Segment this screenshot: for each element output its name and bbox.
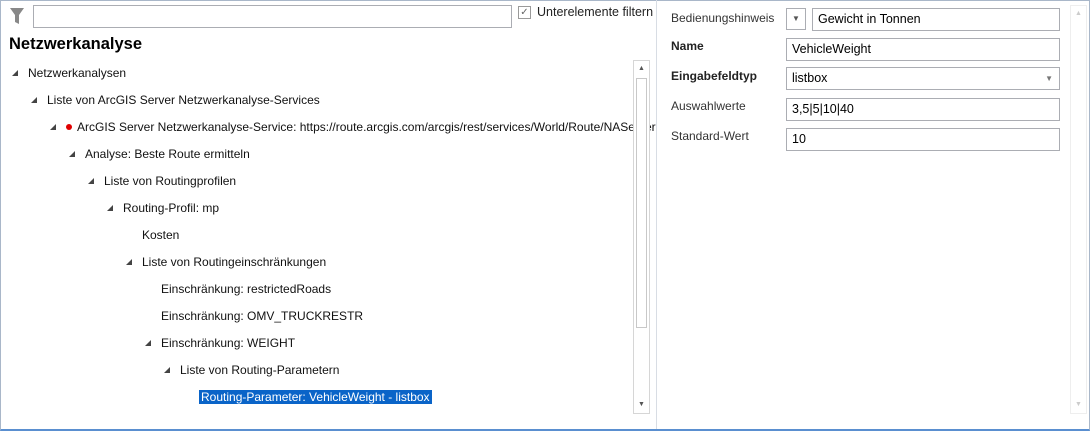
values-field[interactable]: 3,5|5|10|40: [786, 98, 1060, 121]
panel-title: Netzwerkanalyse: [9, 35, 142, 53]
scroll-down-button[interactable]: ▼: [1071, 397, 1086, 413]
tree-item[interactable]: Liste von ArcGIS Server Netzwerkanalyse-…: [31, 91, 320, 109]
tree-item-label: Einschränkung: WEIGHT: [161, 336, 296, 350]
name-label: Name: [671, 39, 704, 53]
filter-subelements-label: Unterelemente filtern: [537, 5, 654, 19]
tree-item[interactable]: Liste von Routingprofilen: [88, 172, 236, 190]
filter-input[interactable]: [33, 5, 512, 28]
tree-item-label: Liste von Routingprofilen: [104, 174, 237, 188]
tree-item-label: ArcGIS Server Netzwerkanalyse-Service: h…: [77, 120, 656, 134]
default-label: Standard-Wert: [671, 129, 749, 143]
default-field[interactable]: 10: [786, 128, 1060, 151]
tree-item-label: Routing-Parameter: VehicleWeight - listb…: [199, 390, 432, 404]
expand-toggle-icon[interactable]: [50, 123, 56, 130]
filter-icon[interactable]: [9, 7, 25, 25]
expand-toggle-icon[interactable]: [12, 69, 18, 76]
scroll-up-button[interactable]: ▲: [634, 61, 649, 77]
values-label: Auswahlwerte: [671, 99, 746, 113]
tree-item[interactable]: Routing-Profil: mp: [107, 199, 219, 217]
tree-item-label: Routing-Profil: mp: [123, 201, 220, 215]
expand-toggle-icon[interactable]: [88, 177, 94, 184]
expand-toggle-icon[interactable]: [164, 366, 170, 373]
tree-item-label: Netzwerkanalysen: [28, 66, 127, 80]
scroll-up-button[interactable]: ▲: [1071, 6, 1086, 22]
tree-item-label: Liste von Routing-Parametern: [180, 363, 340, 377]
type-label: Eingabefeldtyp: [671, 69, 758, 83]
tree-item[interactable]: Netzwerkanalysen: [12, 64, 126, 82]
name-field[interactable]: VehicleWeight: [786, 38, 1060, 61]
expand-toggle-icon[interactable]: [69, 150, 75, 157]
panel-divider[interactable]: [656, 0, 657, 429]
tree-item[interactable]: ArcGIS Server Netzwerkanalyse-Service: h…: [50, 118, 656, 136]
scroll-thumb[interactable]: [636, 78, 647, 328]
tree-item-label: Einschränkung: restrictedRoads: [161, 282, 332, 296]
chevron-down-icon: ▼: [1045, 74, 1053, 83]
type-select[interactable]: listbox ▼: [786, 67, 1060, 90]
tree-item-label: Einschränkung: OMV_TRUCKRESTR: [161, 309, 364, 323]
hint-dropdown-button[interactable]: ▼: [786, 8, 806, 30]
tree-item-label: Kosten: [142, 228, 180, 242]
hint-field[interactable]: Gewicht in Tonnen: [812, 8, 1060, 31]
expand-toggle-icon[interactable]: [126, 258, 132, 265]
tree-item-label: Analyse: Beste Route ermitteln: [85, 147, 250, 161]
tree-item-label: Liste von Routingeinschränkungen: [142, 255, 327, 269]
tree-item-label: Liste von ArcGIS Server Netzwerkanalyse-…: [47, 93, 320, 107]
error-status-icon: [66, 123, 72, 130]
tree-item[interactable]: Einschränkung: restrictedRoads: [161, 280, 331, 298]
expand-toggle-icon[interactable]: [145, 339, 151, 346]
tree-item[interactable]: Routing-Parameter: VehicleWeight - listb…: [199, 388, 432, 406]
expand-toggle-icon[interactable]: [107, 204, 113, 211]
tree-item[interactable]: Analyse: Beste Route ermitteln: [69, 145, 250, 163]
tree-scrollbar[interactable]: ▲ ▼: [633, 60, 650, 414]
tree-item[interactable]: Kosten: [142, 226, 179, 244]
hint-label: Bedienungshinweis: [671, 11, 775, 25]
filter-subelements-checkbox[interactable]: ✓: [518, 6, 531, 19]
tree-item[interactable]: Liste von Routing-Parametern: [164, 361, 339, 379]
scroll-down-button[interactable]: ▼: [634, 397, 649, 413]
type-value: listbox: [792, 71, 828, 85]
tree-item[interactable]: Einschränkung: OMV_TRUCKRESTR: [161, 307, 363, 325]
tree-item[interactable]: Einschränkung: WEIGHT: [145, 334, 295, 352]
properties-scrollbar[interactable]: ▲ ▼: [1070, 5, 1087, 414]
expand-toggle-icon[interactable]: [31, 96, 37, 103]
tree-item[interactable]: Liste von Routingeinschränkungen: [126, 253, 326, 271]
